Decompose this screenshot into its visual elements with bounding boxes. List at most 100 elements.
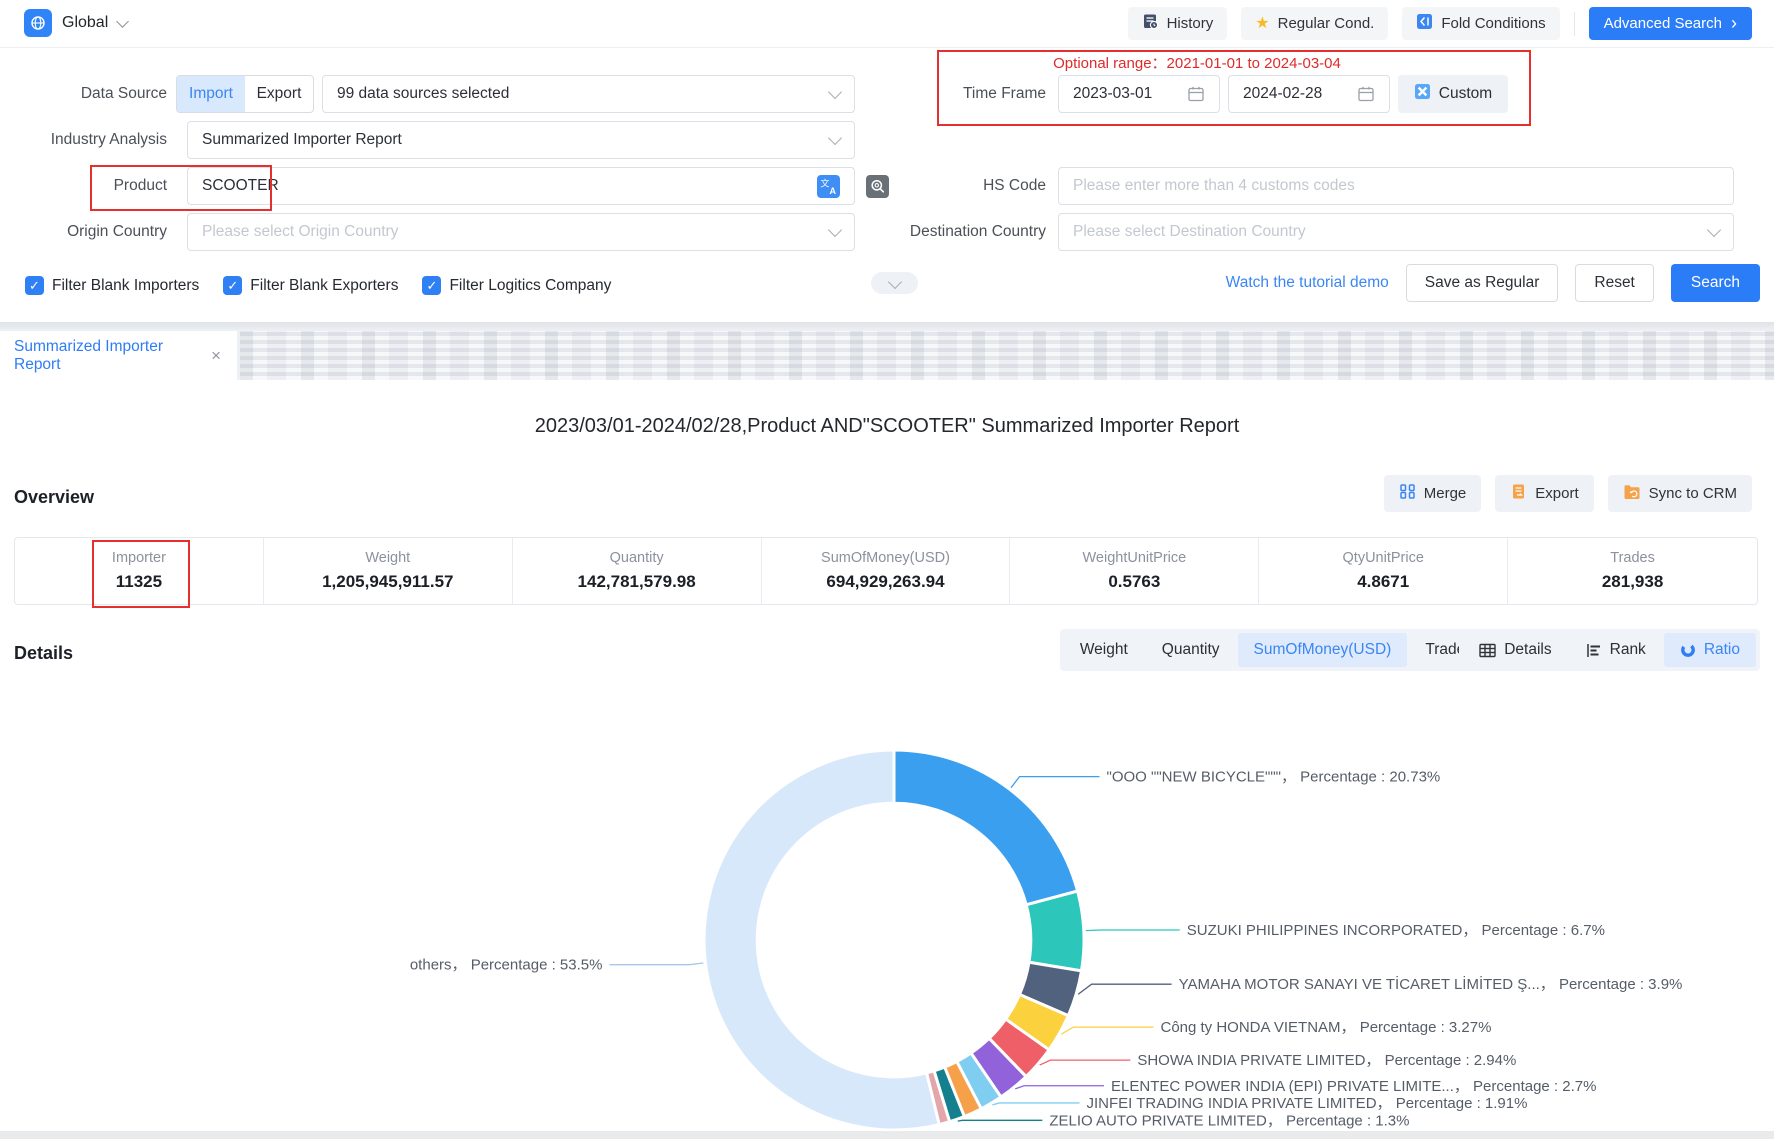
pie-label-line bbox=[1078, 984, 1171, 994]
custom-label: Custom bbox=[1439, 85, 1492, 103]
divider bbox=[1574, 12, 1575, 36]
tab-summarized-importer-report[interactable]: Summarized Importer Report × bbox=[0, 331, 237, 380]
fold-conditions-label: Fold Conditions bbox=[1441, 15, 1545, 32]
industry-analysis-value: Summarized Importer Report bbox=[202, 131, 830, 149]
pie-label-line bbox=[1011, 777, 1100, 788]
stat-label: SumOfMoney(USD) bbox=[821, 550, 950, 566]
history-button[interactable]: History bbox=[1128, 7, 1228, 40]
overview-heading: Overview bbox=[14, 487, 94, 508]
import-tab[interactable]: Import bbox=[177, 76, 245, 112]
topbar-actions: History ★ Regular Cond. Fold Conditions … bbox=[1128, 7, 1752, 40]
pie-label: Công ty HONDA VIETNAM， Percentage : 3.27… bbox=[1160, 1019, 1491, 1036]
stat-cell: QtyUnitPrice4.8671 bbox=[1259, 538, 1508, 604]
chevron-down-icon bbox=[828, 222, 842, 236]
date-start-input[interactable]: 2023-03-01 bbox=[1058, 75, 1220, 113]
tab-label: Summarized Importer Report bbox=[14, 338, 211, 374]
merge-icon bbox=[1399, 483, 1416, 504]
pie-slice[interactable] bbox=[894, 750, 1078, 905]
view-tab-rank[interactable]: Rank bbox=[1570, 633, 1662, 667]
filter-checkbox[interactable]: Filter Blank Importers bbox=[25, 276, 199, 295]
metric-tab-quantity[interactable]: Quantity bbox=[1146, 633, 1236, 667]
stat-cell: SumOfMoney(USD)694,929,263.94 bbox=[762, 538, 1011, 604]
blurred-content bbox=[240, 331, 1774, 380]
stat-cell: WeightUnitPrice0.5763 bbox=[1010, 538, 1259, 604]
hs-code-input[interactable]: Please enter more than 4 customs codes bbox=[1058, 167, 1734, 205]
origin-country-select[interactable]: Please select Origin Country bbox=[187, 213, 855, 251]
metric-tab-group: WeightQuantitySumOfMoney(USD)Trades bbox=[1060, 629, 1493, 671]
advanced-search-label: Advanced Search bbox=[1604, 15, 1722, 32]
region-label: Global bbox=[62, 14, 108, 32]
pie-label: YAMAHA MOTOR SANAYI VE TİCARET LİMİTED Ş… bbox=[1179, 975, 1683, 993]
view-tab-details[interactable]: Details bbox=[1463, 633, 1567, 667]
regular-cond-button[interactable]: ★ Regular Cond. bbox=[1241, 7, 1388, 40]
svg-text:A: A bbox=[830, 186, 837, 196]
custom-range-button[interactable]: Custom bbox=[1398, 75, 1508, 113]
tutorial-link[interactable]: Watch the tutorial demo bbox=[1226, 274, 1389, 292]
pie-slice[interactable] bbox=[704, 750, 939, 1130]
search-button[interactable]: Search bbox=[1671, 264, 1760, 302]
chevron-down-icon bbox=[1707, 222, 1721, 236]
pie-label: SHOWA INDIA PRIVATE LIMITED， Percentage … bbox=[1137, 1052, 1516, 1069]
importer-ratio-donut-chart: "OOO ""NEW BICYCLE"""， Percentage : 20.7… bbox=[0, 680, 1774, 1139]
product-input[interactable]: SCOOTER 文A bbox=[187, 167, 855, 205]
origin-country-label: Origin Country bbox=[0, 223, 167, 241]
metric-tab-label: SumOfMoney(USD) bbox=[1254, 633, 1392, 667]
topbar: Global History ★ Regular Cond. Fold Cond… bbox=[0, 0, 1774, 48]
fold-conditions-button[interactable]: Fold Conditions bbox=[1402, 7, 1559, 40]
industry-analysis-select[interactable]: Summarized Importer Report bbox=[187, 121, 855, 159]
svg-text:文: 文 bbox=[821, 177, 830, 188]
pie-label: "OOO ""NEW BICYCLE"""， Percentage : 20.7… bbox=[1107, 769, 1441, 786]
stat-cell: Weight1,205,945,911.57 bbox=[264, 538, 513, 604]
custom-icon bbox=[1414, 83, 1431, 105]
checkbox-label: Filter Blank Importers bbox=[52, 277, 199, 295]
advanced-search-button[interactable]: Advanced Search › bbox=[1589, 7, 1752, 40]
reset-button[interactable]: Reset bbox=[1575, 264, 1654, 302]
stat-label: WeightUnitPrice bbox=[1083, 550, 1187, 566]
collapse-form-button[interactable] bbox=[871, 272, 918, 294]
data-sources-value: 99 data sources selected bbox=[337, 85, 830, 103]
metric-tab-sumofmoney-usd-[interactable]: SumOfMoney(USD) bbox=[1238, 633, 1408, 667]
close-icon[interactable]: × bbox=[211, 347, 221, 364]
product-value: SCOOTER bbox=[202, 177, 279, 195]
view-tab-ratio[interactable]: Ratio bbox=[1664, 633, 1756, 667]
calendar-icon[interactable] bbox=[1357, 85, 1375, 103]
metric-tab-label: Weight bbox=[1080, 633, 1128, 667]
date-end-input[interactable]: 2024-02-28 bbox=[1228, 75, 1390, 113]
export-button[interactable]: Export bbox=[1495, 475, 1593, 512]
view-tab-label: Ratio bbox=[1704, 633, 1740, 667]
metric-tab-weight[interactable]: Weight bbox=[1064, 633, 1144, 667]
history-label: History bbox=[1167, 15, 1214, 32]
destination-country-label: Destination Country bbox=[880, 223, 1046, 241]
import-export-toggle: Import Export bbox=[176, 75, 314, 113]
stat-cell: Importer11325 bbox=[15, 538, 264, 604]
save-as-regular-button[interactable]: Save as Regular bbox=[1406, 264, 1559, 302]
export-label: Export bbox=[1535, 485, 1578, 502]
tab-strip: Summarized Importer Report × bbox=[0, 322, 1774, 380]
destination-country-select[interactable]: Please select Destination Country bbox=[1058, 213, 1734, 251]
translate-icon[interactable]: 文A bbox=[817, 175, 840, 198]
stat-cell: Trades281,938 bbox=[1508, 538, 1757, 604]
calendar-icon[interactable] bbox=[1187, 85, 1205, 103]
chevron-down-icon bbox=[887, 274, 901, 288]
report-title: 2023/03/01-2024/02/28,Product AND"SCOOTE… bbox=[0, 415, 1774, 438]
stat-label: Quantity bbox=[610, 550, 664, 566]
filter-checkbox[interactable]: Filter Logitics Company bbox=[422, 276, 611, 295]
filter-checkbox-row: Filter Blank Importers Filter Blank Expor… bbox=[25, 276, 611, 295]
filter-checkbox[interactable]: Filter Blank Exporters bbox=[223, 276, 398, 295]
pie-label-line bbox=[1061, 1027, 1153, 1034]
data-sources-select[interactable]: 99 data sources selected bbox=[322, 75, 855, 113]
checkbox-checked-icon[interactable] bbox=[422, 276, 441, 295]
checkbox-label: Filter Blank Exporters bbox=[250, 277, 398, 295]
export-tab[interactable]: Export bbox=[245, 76, 313, 112]
sync-to-crm-button[interactable]: Sync to CRM bbox=[1608, 475, 1752, 512]
optional-range-note: Optional range：2021-01-01 to 2024-03-04 bbox=[967, 52, 1427, 73]
region-selector[interactable]: Global bbox=[24, 9, 127, 37]
pie-slice[interactable] bbox=[1026, 891, 1084, 971]
globe-icon bbox=[24, 9, 52, 37]
checkbox-checked-icon[interactable] bbox=[25, 276, 44, 295]
checkbox-checked-icon[interactable] bbox=[223, 276, 242, 295]
time-frame-label: Time Frame bbox=[880, 85, 1046, 103]
fold-icon bbox=[1416, 13, 1433, 34]
merge-button[interactable]: Merge bbox=[1384, 475, 1482, 512]
stat-cell: Quantity142,781,579.98 bbox=[513, 538, 762, 604]
